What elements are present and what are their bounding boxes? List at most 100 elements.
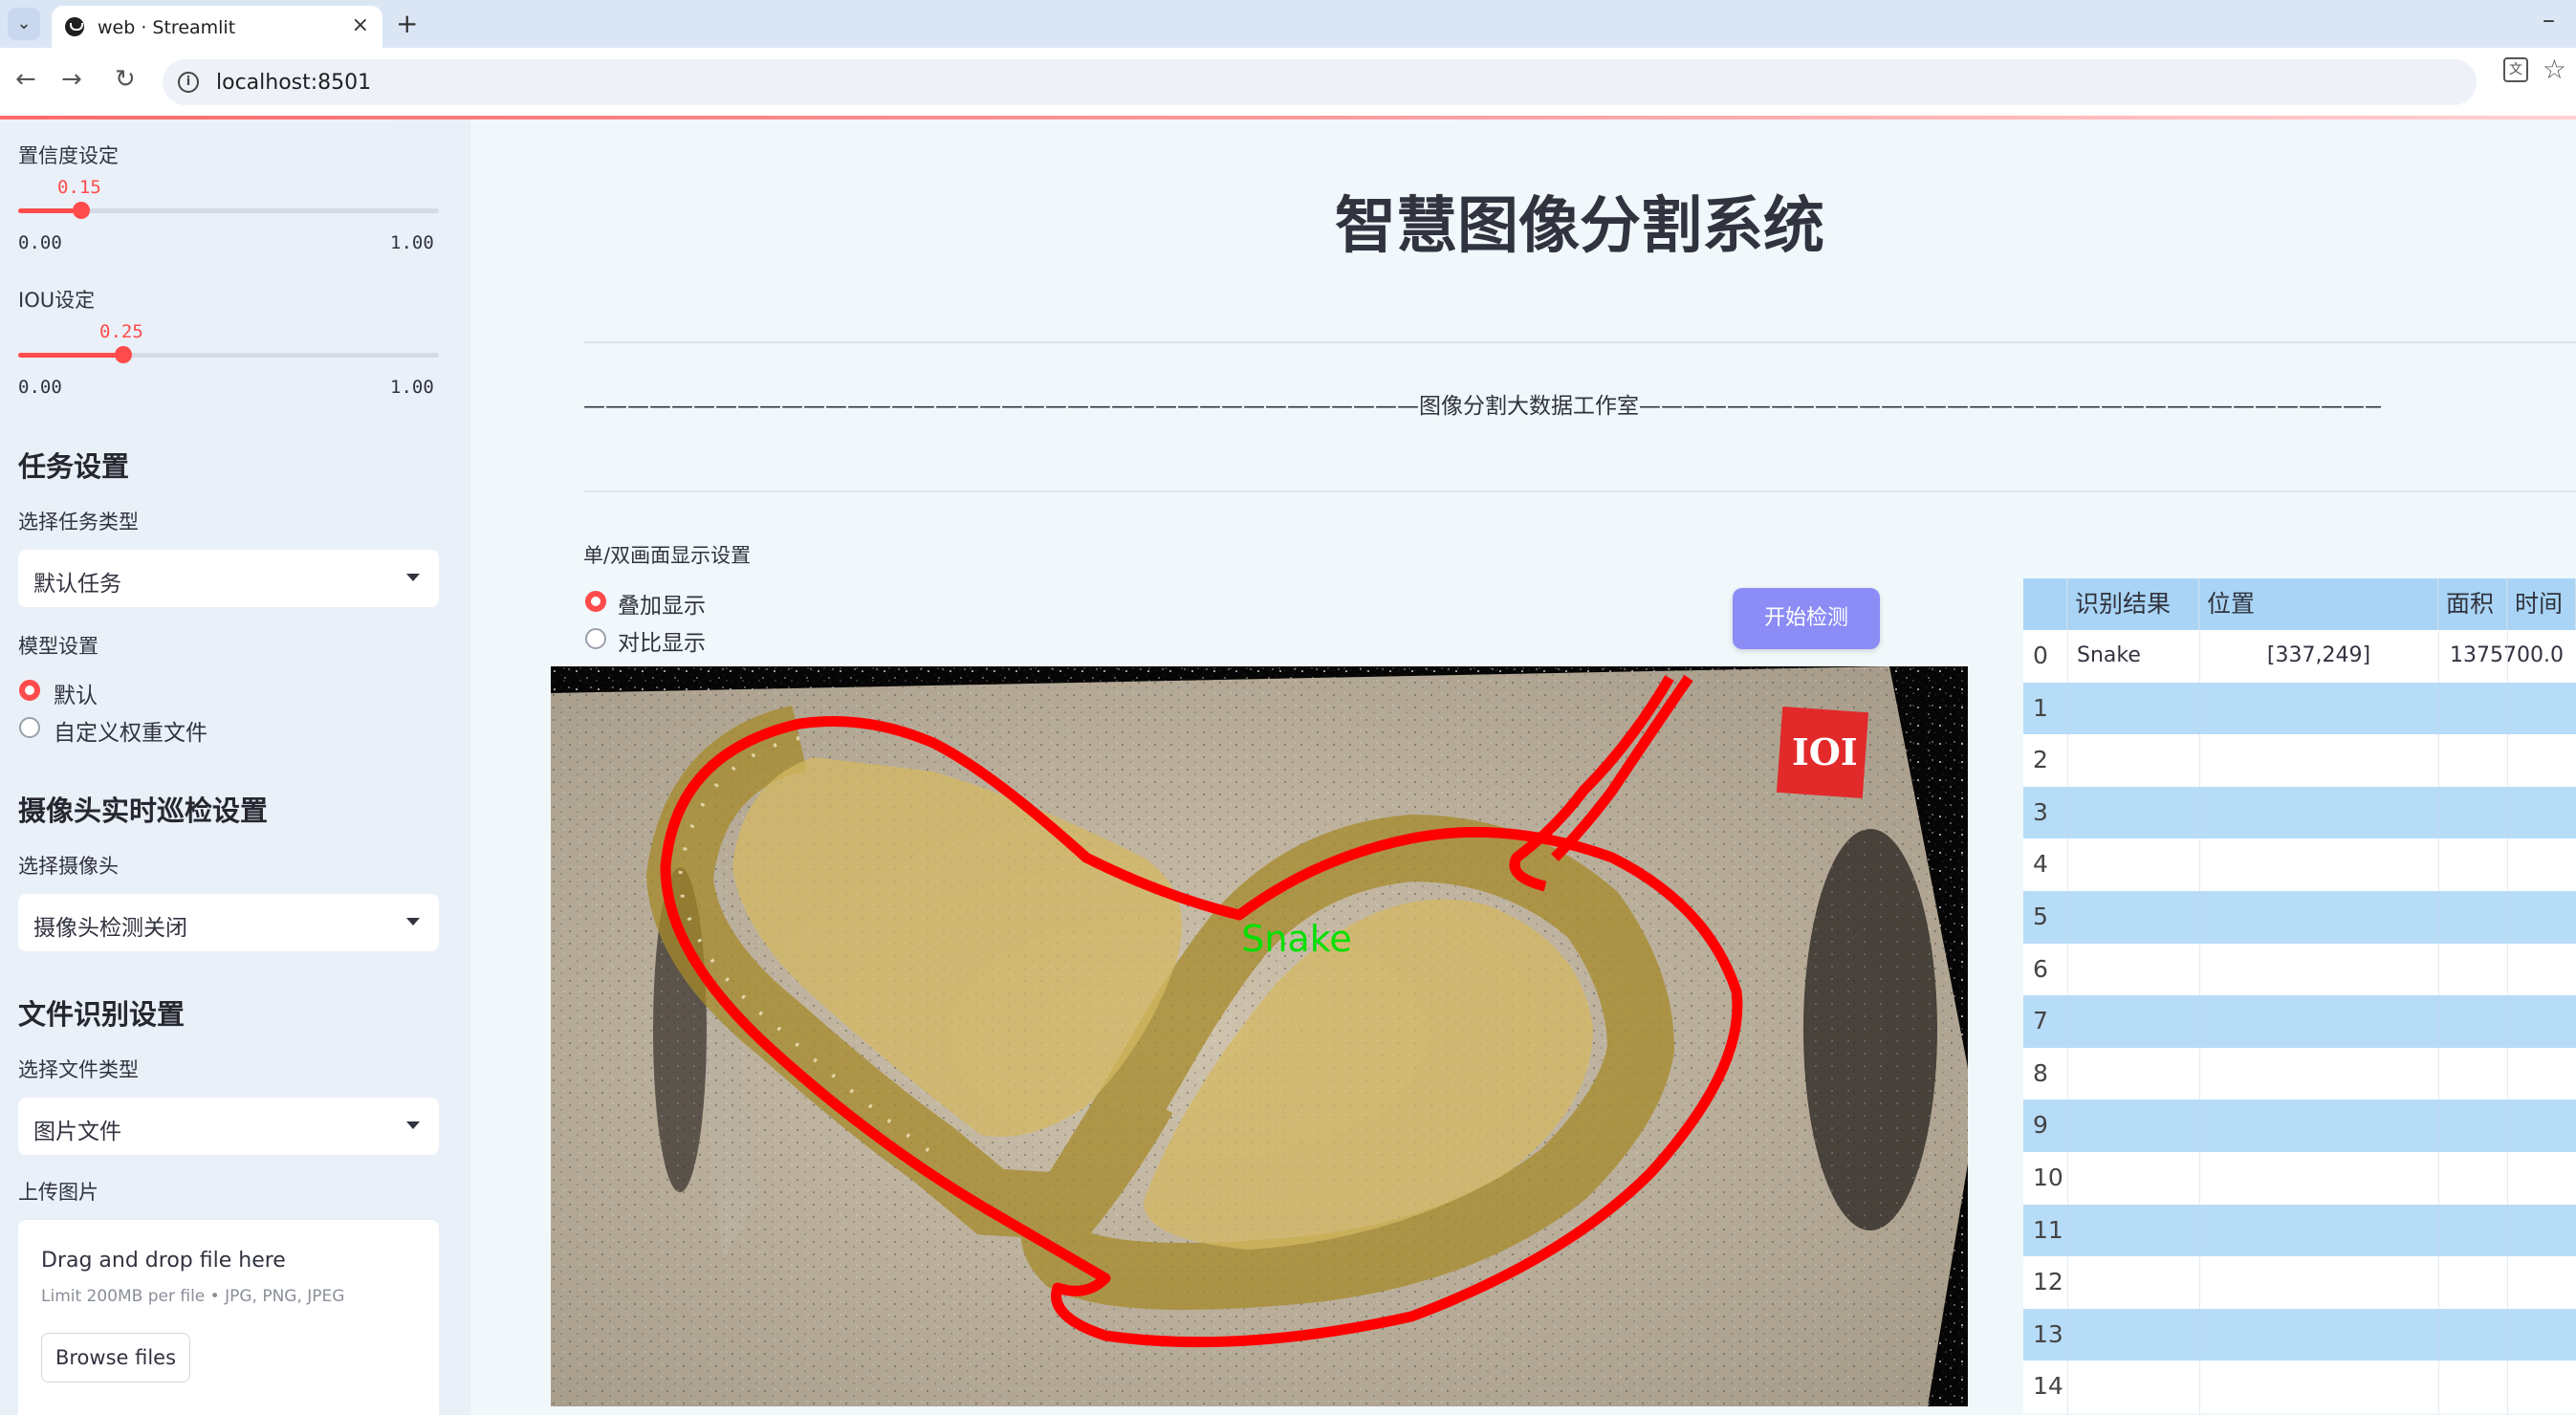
tab-close-icon[interactable]: × [352,13,369,37]
streamlit-favicon-icon [65,17,84,36]
model-custom-label[interactable]: 自定义权重文件 [54,714,207,747]
task-type-select[interactable]: 默认任务 [18,550,439,607]
iou-label: IOU设定 [18,289,96,312]
table-row[interactable]: 4 [2023,838,2576,891]
overlay-display-label[interactable]: 叠加显示 [618,587,706,620]
cell-position [2199,734,2438,786]
bookmark-star-icon[interactable]: ☆ [2543,54,2566,85]
tab-search-chevron-icon[interactable]: ⌄ [8,8,40,40]
browser-tab[interactable]: web · Streamlit × [52,6,382,48]
iou-slider[interactable] [18,346,439,363]
table-header-index [2023,578,2067,630]
model-settings-label: 模型设置 [18,635,98,658]
studio-divider-text: ——————————————————————————————————————图像… [583,394,2381,419]
cell-position [2199,944,2438,995]
new-tab-plus-icon[interactable]: + [396,8,418,39]
results-table[interactable]: 识别结果 位置 面积 时间 0 Snake [337,249] 1375700.0 1 2… [2023,578,2576,1415]
cell-position [2199,1205,2438,1256]
model-default-label[interactable]: 默认 [54,677,98,709]
confidence-label: 置信度设定 [18,144,119,167]
column-separator [2507,578,2508,1415]
start-detection-button[interactable]: 开始检测 [1733,588,1880,649]
table-row[interactable]: 10 [2023,1152,2576,1205]
ioi-badge-text: IOI [1792,730,1858,773]
address-bar[interactable]: i localhost:8501 [163,59,2477,105]
forward-arrow-icon[interactable]: → [61,65,82,94]
confidence-value: 0.15 [57,177,101,198]
row-index: 10 [2033,1164,2063,1191]
row-index: 14 [2033,1372,2063,1401]
model-custom-radio[interactable] [19,717,40,738]
camera-select[interactable]: 摄像头检测关闭 [18,894,439,951]
file-type-label: 选择文件类型 [18,1058,139,1081]
table-row[interactable]: 11 [2023,1204,2576,1257]
file-type-select[interactable]: 图片文件 [18,1098,439,1155]
cell-position [2199,1099,2438,1151]
sidebar: 置信度设定 0.15 0.00 1.00 IOU设定 0.25 0.00 1.0… [0,120,470,1415]
reload-icon[interactable]: ↻ [115,65,136,94]
table-row[interactable]: 2 [2023,734,2576,787]
compare-display-label[interactable]: 对比显示 [618,624,706,657]
snake-segmentation-svg: IOI Snake [551,666,1968,1406]
cell-position [2199,891,2438,943]
table-header-position[interactable]: 位置 [2199,578,2438,630]
task-type-label: 选择任务类型 [18,511,139,533]
cell-result [2077,995,2199,1047]
table-row[interactable]: 14 [2023,1361,2576,1413]
window-minimize-icon[interactable]: – [2543,6,2555,34]
table-row[interactable]: 8 [2023,1047,2576,1100]
main-content: 智慧图像分割系统 ———————————————————————————————… [470,120,2576,1415]
cell-result [2077,1048,2199,1099]
cell-result [2077,1256,2199,1308]
table-row[interactable]: 7 [2023,995,2576,1048]
compare-display-radio[interactable] [585,628,606,649]
overlay-display-radio[interactable] [585,591,606,612]
chevron-down-icon [406,574,420,581]
row-index: 12 [2033,1268,2063,1296]
iou-slider-fill [18,353,123,358]
column-separator [2199,578,2200,1415]
confidence-slider[interactable] [18,202,439,219]
table-header-area[interactable]: 面积 [2438,578,2507,630]
model-default-radio[interactable] [19,680,40,701]
row-index: 1 [2033,693,2048,722]
translate-icon[interactable]: 文 [2503,57,2528,82]
cell-position [2199,1152,2438,1204]
table-header-time[interactable]: 时间 [2507,578,2576,630]
iou-slider-thumb[interactable] [115,346,132,363]
table-row[interactable]: 9 [2023,1099,2576,1152]
upload-image-label: 上传图片 [18,1181,98,1204]
table-row[interactable]: 12 [2023,1256,2576,1309]
cell-position [2199,995,2438,1047]
table-row[interactable]: 13 [2023,1308,2576,1361]
camera-select-value: 摄像头检测关闭 [33,916,187,941]
table-row[interactable]: 1 [2023,682,2576,735]
row-index: 4 [2033,850,2048,879]
dropzone-title: Drag and drop file here [41,1249,286,1273]
cell-result: Snake [2077,643,2141,667]
iou-max: 1.00 [390,377,434,398]
cell-position [2199,1309,2438,1361]
table-row[interactable]: 3 [2023,786,2576,839]
confidence-slider-thumb[interactable] [73,202,90,219]
browse-files-button[interactable]: Browse files [41,1333,190,1382]
table-header-result[interactable]: 识别结果 [2067,578,2199,630]
table-row[interactable]: 6 [2023,943,2576,996]
cell-position [2199,1361,2438,1412]
cell-result [2077,1152,2199,1204]
iou-value: 0.25 [99,321,143,342]
url-text[interactable]: localhost:8501 [216,71,371,95]
table-row[interactable]: 5 [2023,891,2576,944]
cell-position [2199,838,2438,890]
table-row[interactable]: 0 Snake [337,249] 1375700.0 [2023,630,2576,683]
snake-overlay-label: Snake [1241,918,1352,960]
file-dropzone[interactable]: Drag and drop file here Limit 200MB per … [18,1220,439,1415]
site-info-icon[interactable]: i [178,72,199,93]
camera-settings-heading: 摄像头实时巡检设置 [18,795,269,827]
cell-result [2077,1309,2199,1361]
cell-result [2077,1099,2199,1151]
cell-result [2077,787,2199,838]
back-arrow-icon[interactable]: ← [15,65,36,94]
chevron-down-icon [406,918,420,925]
task-settings-heading: 任务设置 [18,450,130,483]
